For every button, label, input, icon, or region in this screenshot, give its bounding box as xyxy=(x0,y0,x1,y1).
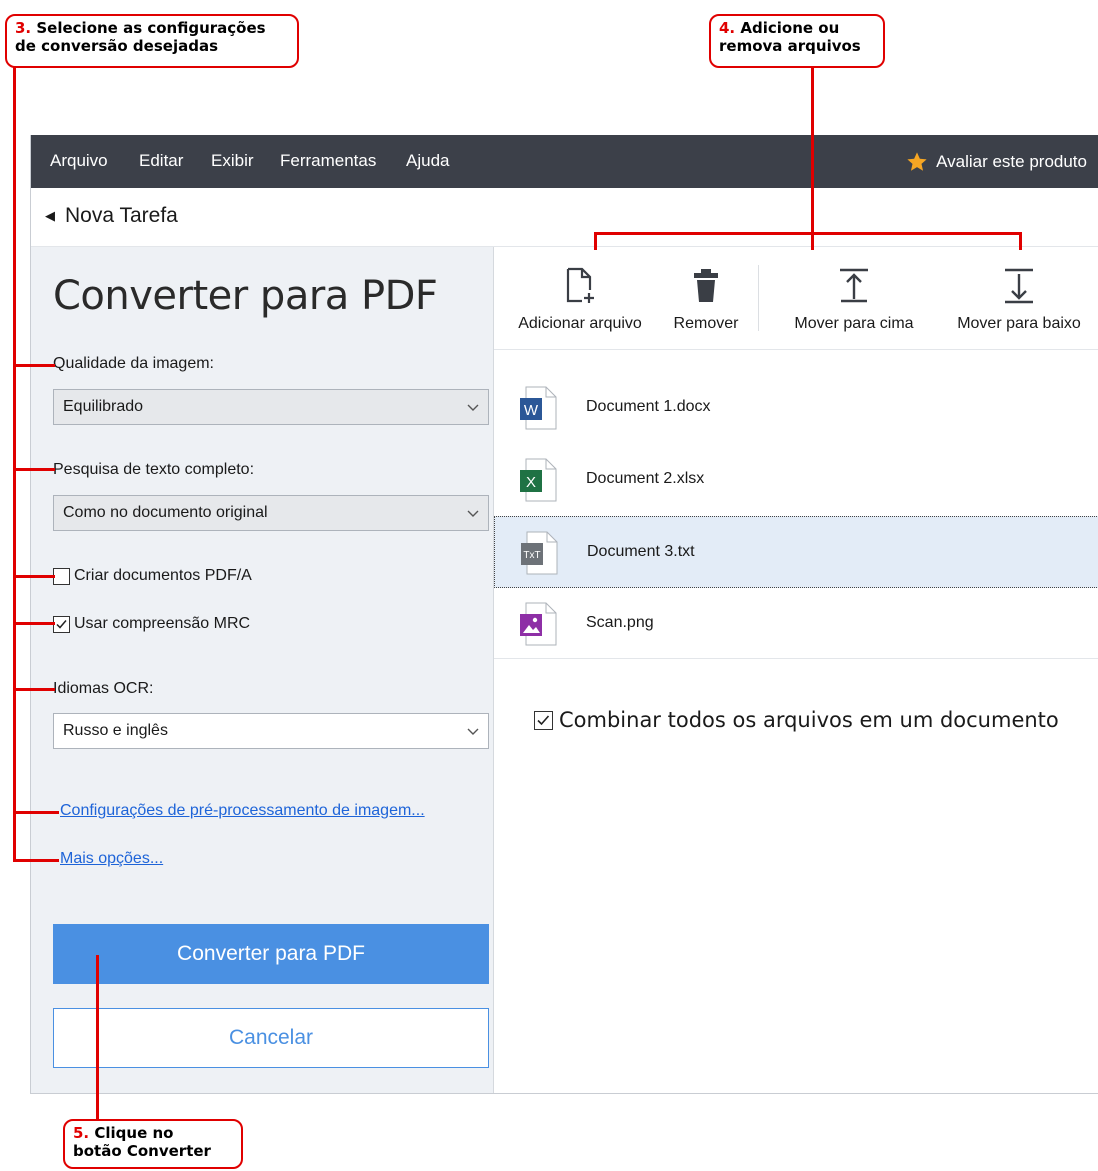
convert-button[interactable]: Converter para PDF xyxy=(53,924,489,984)
callout-4-number: 4. xyxy=(719,19,736,37)
pdfa-checkbox[interactable]: Criar documentos PDF/A xyxy=(53,567,252,585)
checkmark-icon xyxy=(56,619,67,629)
callout-3-text: Selecione as configurações xyxy=(31,19,266,37)
file-row-selected[interactable]: TxT Document 3.txt xyxy=(494,516,1098,588)
file-toolbar: Adicionar arquivo Remover Mover para cim… xyxy=(494,247,1098,350)
pdfa-checkbox-box[interactable] xyxy=(53,567,70,585)
ocr-languages-select[interactable]: Russo e inglês xyxy=(53,713,489,749)
cancel-button[interactable]: Cancelar xyxy=(53,1008,489,1068)
callout-5-text: Clique no xyxy=(89,1124,174,1142)
image-quality-select[interactable]: Equilibrado xyxy=(53,389,489,425)
add-file-label: Adicionar arquivo xyxy=(518,315,642,332)
menu-exibir[interactable]: Exibir xyxy=(211,151,254,171)
ocr-languages-value: Russo e inglês xyxy=(63,722,168,739)
callout-4-pointer xyxy=(1019,232,1022,250)
callout-3-connector xyxy=(13,66,16,861)
menu-bar: Arquivo Editar Exibir Ferramentas Ajuda … xyxy=(31,135,1098,188)
callout-3-pointer xyxy=(13,575,55,578)
menu-arquivo[interactable]: Arquivo xyxy=(50,151,108,171)
callout-3-pointer xyxy=(13,468,55,471)
rate-product-label: Avaliar este produto xyxy=(936,152,1087,171)
file-row[interactable]: Scan.png xyxy=(494,588,1098,660)
excel-file-icon: X xyxy=(520,458,557,502)
ocr-languages-label: Idiomas OCR: xyxy=(53,680,154,697)
chevron-down-icon xyxy=(467,404,479,411)
callout-5: 5. Clique no botão Converter xyxy=(63,1119,243,1169)
file-name: Document 1.docx xyxy=(586,398,711,415)
callout-3-number: 3. xyxy=(15,19,32,37)
add-file-icon xyxy=(566,267,594,303)
trash-icon xyxy=(694,269,718,302)
word-file-icon: W xyxy=(520,386,557,430)
nav-bar: ◀ Nova Tarefa xyxy=(31,188,1098,247)
combine-files-checkbox[interactable]: Combinar todos os arquivos em um documen… xyxy=(534,708,1059,732)
image-file-icon xyxy=(520,602,557,646)
menu-ferramentas[interactable]: Ferramentas xyxy=(280,151,376,171)
image-quality-label: Qualidade da imagem: xyxy=(53,355,214,372)
settings-panel: Converter para PDF Qualidade da imagem: … xyxy=(31,247,494,1093)
callout-5-text-2: botão Converter xyxy=(73,1142,211,1160)
callout-3-pointer xyxy=(13,811,59,814)
mrc-checkbox-box[interactable] xyxy=(53,615,70,633)
svg-text:TxT: TxT xyxy=(523,550,540,561)
text-search-select[interactable]: Como no documento original xyxy=(53,495,489,531)
move-up-label: Mover para cima xyxy=(794,315,914,332)
mrc-checkbox[interactable]: Usar compreensão MRC xyxy=(53,615,250,633)
chevron-down-icon xyxy=(467,728,479,735)
callout-4: 4. Adicione ou remova arquivos xyxy=(709,14,885,68)
pdfa-checkbox-label: Criar documentos PDF/A xyxy=(74,567,252,584)
file-name: Scan.png xyxy=(586,614,654,631)
add-file-button[interactable]: Adicionar arquivo xyxy=(506,247,654,349)
app-window: Arquivo Editar Exibir Ferramentas Ajuda … xyxy=(30,135,1098,1094)
move-down-button[interactable]: Mover para baixo xyxy=(946,247,1092,349)
mrc-checkbox-label: Usar compreensão MRC xyxy=(74,615,251,632)
checkbox-checked-icon[interactable] xyxy=(534,710,553,730)
file-name: Document 2.xlsx xyxy=(586,470,705,487)
callout-4-connector xyxy=(811,66,814,250)
back-arrow-icon: ◀ xyxy=(45,208,55,223)
back-label: Nova Tarefa xyxy=(65,204,178,227)
remove-label: Remover xyxy=(673,315,739,332)
text-search-value: Como no documento original xyxy=(63,504,268,521)
text-search-label: Pesquisa de texto completo: xyxy=(53,461,255,478)
file-name: Document 3.txt xyxy=(587,543,695,560)
move-down-label: Mover para baixo xyxy=(957,315,1081,332)
menu-editar[interactable]: Editar xyxy=(139,151,183,171)
callout-3: 3. Selecione as configurações de convers… xyxy=(5,14,299,68)
image-quality-value: Equilibrado xyxy=(63,398,144,415)
callout-3-pointer xyxy=(13,622,55,625)
callout-4-text: Adicione ou xyxy=(735,19,840,37)
callout-3-text-2: de conversão desejadas xyxy=(15,37,218,55)
callout-4-text-2: remova arquivos xyxy=(719,37,861,55)
callout-3-pointer xyxy=(13,859,59,862)
callout-4-pointer xyxy=(594,232,597,250)
menu-ajuda[interactable]: Ajuda xyxy=(406,151,449,171)
remove-button[interactable]: Remover xyxy=(666,247,746,349)
star-icon xyxy=(907,152,927,171)
move-up-button[interactable]: Mover para cima xyxy=(782,247,926,349)
file-panel: Adicionar arquivo Remover Mover para cim… xyxy=(494,247,1098,1093)
file-list-divider xyxy=(494,658,1098,659)
file-row[interactable]: W Document 1.docx xyxy=(494,372,1098,444)
move-down-icon xyxy=(1005,268,1033,304)
preprocessing-settings-link[interactable]: Configurações de pré-processamento de im… xyxy=(60,802,425,820)
move-up-icon xyxy=(840,268,868,303)
toolbar-separator xyxy=(758,265,759,331)
callout-5-connector xyxy=(96,955,99,1121)
callout-5-number: 5. xyxy=(73,1124,90,1142)
more-options-link[interactable]: Mais opções... xyxy=(60,850,163,868)
back-button[interactable]: ◀ Nova Tarefa xyxy=(45,204,178,228)
page-title: Converter para PDF xyxy=(53,273,438,319)
chevron-down-icon xyxy=(467,510,479,517)
callout-3-pointer xyxy=(13,688,55,691)
svg-text:W: W xyxy=(524,402,539,419)
callout-3-pointer xyxy=(13,364,55,367)
callout-4-bracket xyxy=(594,232,1022,235)
file-row[interactable]: X Document 2.xlsx xyxy=(494,444,1098,516)
svg-text:X: X xyxy=(526,474,536,491)
combine-files-label: Combinar todos os arquivos em um documen… xyxy=(559,708,1059,732)
text-file-icon: TxT xyxy=(521,531,558,575)
rate-product-button[interactable]: Avaliar este produto xyxy=(906,151,1087,173)
